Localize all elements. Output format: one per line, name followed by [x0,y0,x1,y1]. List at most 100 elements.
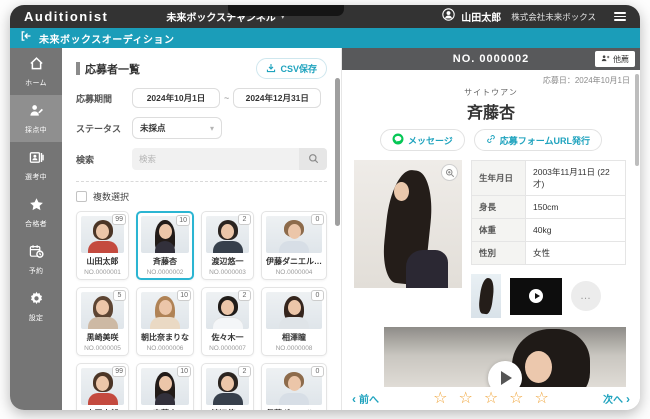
search-input[interactable] [132,148,299,170]
search-button[interactable] [299,148,327,170]
app-logo: Auditionist [24,9,108,24]
profile-label: 体重 [472,219,526,242]
other-recommend-button[interactable]: 他薦 [595,51,635,67]
star-rating-icon[interactable]: ☆ [535,391,549,407]
score-badge: 0 [311,214,324,225]
applicant-card[interactable]: 0 伊藤ダニエル… NO.0000004 [261,211,327,280]
sidebar-item-settings[interactable]: 設定 [10,283,62,330]
period-label: 応募期間 [76,92,132,105]
detail-scrollbar[interactable] [635,74,639,166]
sidebar-item-passed[interactable]: 合格者 [10,189,62,236]
multi-select-label: 複数選択 [93,190,129,203]
applicant-card[interactable]: 2 渡辺悠一 NO.0000003 [201,211,254,280]
applicant-name: 黒崎美咲 [81,332,124,343]
profile-table: 生年月日 2003年11月11日 (22才) 身長 150cm [471,160,626,265]
applicant-grid: 99 山田太郎 NO.0000001 10 斉藤杏 N [76,211,327,410]
status-select[interactable]: 未採点 ▾ [132,117,222,139]
score-badge: 2 [238,290,251,301]
company-name: 株式会社未来ボックス [511,11,596,23]
applicant-card[interactable]: 99 山田太郎 NO.0000009 [76,363,129,410]
star-rating-icon[interactable]: ☆ [509,391,523,407]
score-badge: 10 [177,290,191,301]
applicant-card[interactable]: 10 朝比奈まりな NO.0000006 [136,287,194,356]
profile-label: 生年月日 [472,161,526,196]
title-tick [76,62,80,75]
main-applicant-photo[interactable] [354,160,462,288]
score-badge: 10 [177,366,191,377]
score-badge: 10 [176,215,190,226]
applicant-card[interactable]: 99 山田太郎 NO.0000001 [76,211,129,280]
star-rating-icon[interactable]: ☆ [484,391,498,407]
sidebar-item-selection[interactable]: 選考中 [10,142,62,189]
applicant-card[interactable]: 5 黒崎美咲 NO.0000005 [76,287,129,356]
hamburger-menu-icon[interactable] [614,12,626,21]
score-badge: 2 [238,366,251,377]
applicant-name: 伊藤ダニエル… [266,256,322,267]
next-button[interactable]: 次へ › [603,391,630,406]
profile-value: 40kg [526,219,626,242]
profile-label: 身長 [472,196,526,219]
video-thumbnail[interactable] [510,278,562,315]
profile-value: 女性 [526,242,626,265]
multi-select-checkbox[interactable] [76,191,87,202]
prev-button[interactable]: ‹ 前へ [352,391,379,406]
sidebar: ホーム 採点中 選考中 合格者 予約 設定 [10,48,62,410]
sidebar-item-reservation[interactable]: 予約 [10,236,62,283]
applicant-name: 斉藤杏 [141,256,189,267]
sidebar-item-home[interactable]: ホーム [10,48,62,95]
applicant-number: NO.0000002 [141,269,189,276]
search-field [132,148,327,170]
applicant-number: NO.0000003 [206,269,249,276]
zoom-in-icon[interactable] [441,164,458,181]
profile-value: 2003年11月11日 (22才) [526,161,626,196]
person-plus-icon [601,54,610,65]
score-badge: 5 [113,290,126,301]
applicant-number: NO.0000004 [266,269,322,276]
chevron-down-icon: ▾ [210,124,214,133]
applicant-card[interactable]: 2 渡辺悠一 NO.0000011 [201,363,254,410]
applicant-card[interactable]: 0 伊藤ダニエル… NO.0000012 [261,363,327,410]
star-rating-icon[interactable]: ☆ [458,391,472,407]
line-message-icon [392,133,404,147]
applicant-no-title: NO. 0000002 [453,53,529,65]
applicant-detail-panel: NO. 0000002 他薦 応募日：2024年10月1日 サイトウアン 斉藤杏… [342,48,640,410]
profile-value: 150cm [526,196,626,219]
link-icon [486,134,496,146]
star-rating-icon[interactable]: ☆ [433,391,447,407]
applicant-card[interactable]: 10 斉藤杏 NO.0000002 [136,211,194,280]
divider [76,181,327,182]
search-icon [308,152,319,167]
applicant-number: NO.0000005 [81,345,124,352]
search-label: 検索 [76,153,132,166]
applicant-name: 渡辺悠一 [206,408,249,410]
audition-header: 未来ボックスオーディション [10,28,640,48]
status-value: 未採点 [140,122,166,134]
apply-date: 応募日：2024年10月1日 [342,70,640,86]
furigana: サイトウアン [342,87,640,98]
list-scrollbar[interactable] [335,78,340,226]
application-form-url-button[interactable]: 応募フォームURL発行 [474,129,602,151]
applicant-name: 朝比奈まりな [141,332,189,343]
profile-row: 体重 40kg [472,219,626,242]
csv-save-button[interactable]: CSV保存 [256,58,327,79]
play-icon [529,289,543,303]
applicant-list-panel: 応募者一覧 CSV保存 応募期間 ~ ステータス 未採点 ▾ [62,48,342,410]
star-icon [29,197,44,217]
applicant-card[interactable]: 10 斉藤杏 NO.0000010 [136,363,194,410]
applicant-card[interactable]: 0 相澤瞳 NO.0000008 [261,287,327,356]
back-icon[interactable] [20,29,32,47]
more-media-button[interactable]: … [571,281,601,311]
gear-icon [29,291,44,311]
applicant-number: NO.0000007 [206,345,249,352]
period-to-input[interactable] [233,88,321,108]
sidebar-item-scoring[interactable]: 採点中 [10,95,62,142]
applicant-card[interactable]: 2 佐々木一 NO.0000007 [201,287,254,356]
photo-thumbnail[interactable] [471,274,501,318]
applicant-number: NO.0000006 [141,345,189,352]
applicant-number: NO.0000008 [266,345,322,352]
applicant-name: 山田太郎 [81,256,124,267]
message-button[interactable]: メッセージ [380,129,465,151]
user-name[interactable]: 山田太郎 [461,9,501,24]
period-from-input[interactable] [132,88,220,108]
applicant-name: 相澤瞳 [266,332,322,343]
